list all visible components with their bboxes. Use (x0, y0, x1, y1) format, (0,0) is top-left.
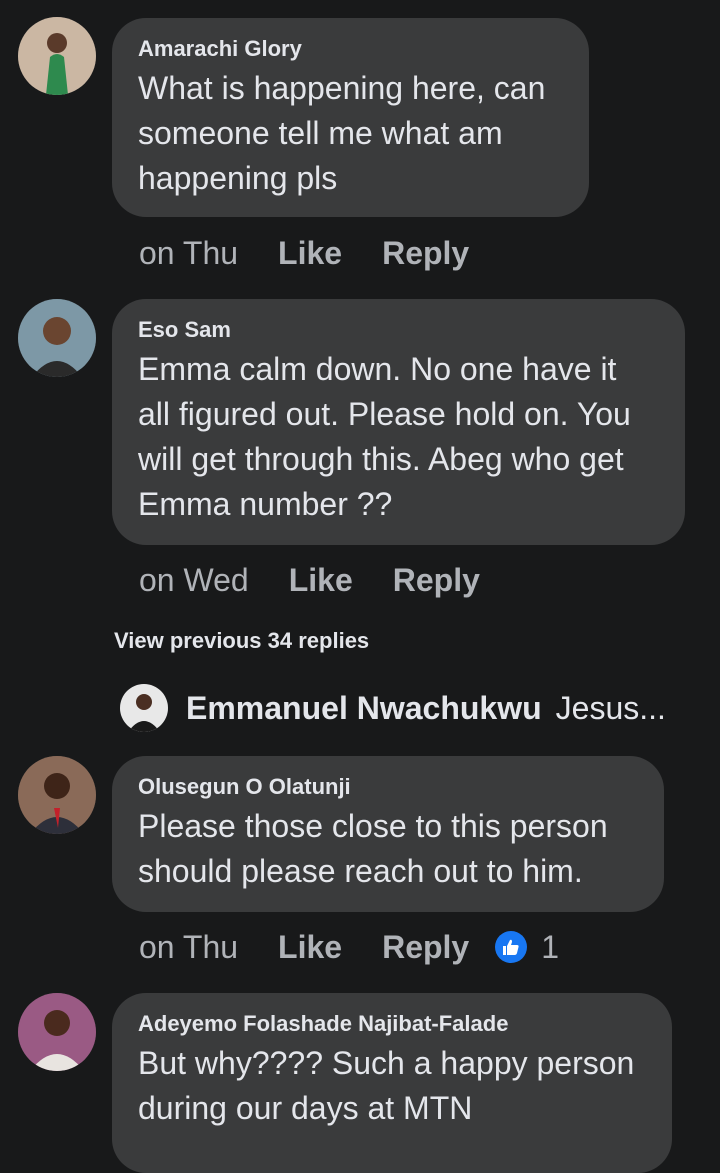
comment-bubble: Amarachi Glory What is happening here, c… (112, 18, 589, 217)
comment-author[interactable]: Eso Sam (138, 317, 659, 343)
thumbs-up-icon (495, 931, 528, 963)
comment-time[interactable]: on Wed (139, 560, 249, 600)
comment-time[interactable]: on Thu (139, 927, 238, 967)
reply-preview-author[interactable]: Emmanuel Nwachukwu (186, 690, 542, 727)
view-previous-replies-link[interactable]: View previous 34 replies (114, 628, 369, 654)
profile-photo-icon (18, 17, 96, 95)
avatar[interactable] (18, 993, 96, 1071)
comment-actions: on Thu Like Reply 1 (139, 927, 559, 967)
profile-photo-icon (120, 684, 168, 732)
profile-photo-icon (18, 993, 96, 1071)
comment-text: What is happening here, can someone tell… (138, 70, 546, 196)
like-button[interactable]: Like (278, 927, 342, 967)
reaction-count: 1 (541, 929, 560, 965)
avatar[interactable] (120, 684, 168, 732)
reply-button[interactable]: Reply (393, 560, 480, 600)
avatar[interactable] (18, 17, 96, 95)
comment-author[interactable]: Amarachi Glory (138, 36, 563, 62)
reply-preview-text: Jesus... (555, 689, 666, 726)
comment-author[interactable]: Adeyemo Folashade Najibat-Falade (138, 1011, 646, 1037)
like-button[interactable]: Like (289, 560, 353, 600)
avatar[interactable] (18, 299, 96, 377)
comment-bubble: Eso Sam Emma calm down. No one have it a… (112, 299, 685, 545)
avatar[interactable] (18, 756, 96, 834)
reply-preview[interactable]: Emmanuel Nwachukwu Jesus... (120, 683, 666, 733)
reaction-summary[interactable]: 1 (495, 927, 559, 967)
comment-bubble: Olusegun O Olatunji Please those close t… (112, 756, 664, 912)
comment-actions: on Thu Like Reply (139, 233, 509, 273)
comment-author[interactable]: Olusegun O Olatunji (138, 774, 638, 800)
comment-bubble: Adeyemo Folashade Najibat-Falade But why… (112, 993, 672, 1173)
like-button[interactable]: Like (278, 233, 342, 273)
comment-text: Please those close to this person should… (138, 808, 608, 889)
profile-photo-icon (18, 299, 96, 377)
profile-photo-icon (18, 756, 96, 834)
comment-text: But why???? Such a happy person during o… (138, 1045, 635, 1126)
comment-time[interactable]: on Thu (139, 233, 238, 273)
comment-text: Emma calm down. No one have it all figur… (138, 351, 631, 522)
comment-actions: on Wed Like Reply (139, 560, 520, 600)
reply-button[interactable]: Reply (382, 927, 469, 967)
reply-button[interactable]: Reply (382, 233, 469, 273)
